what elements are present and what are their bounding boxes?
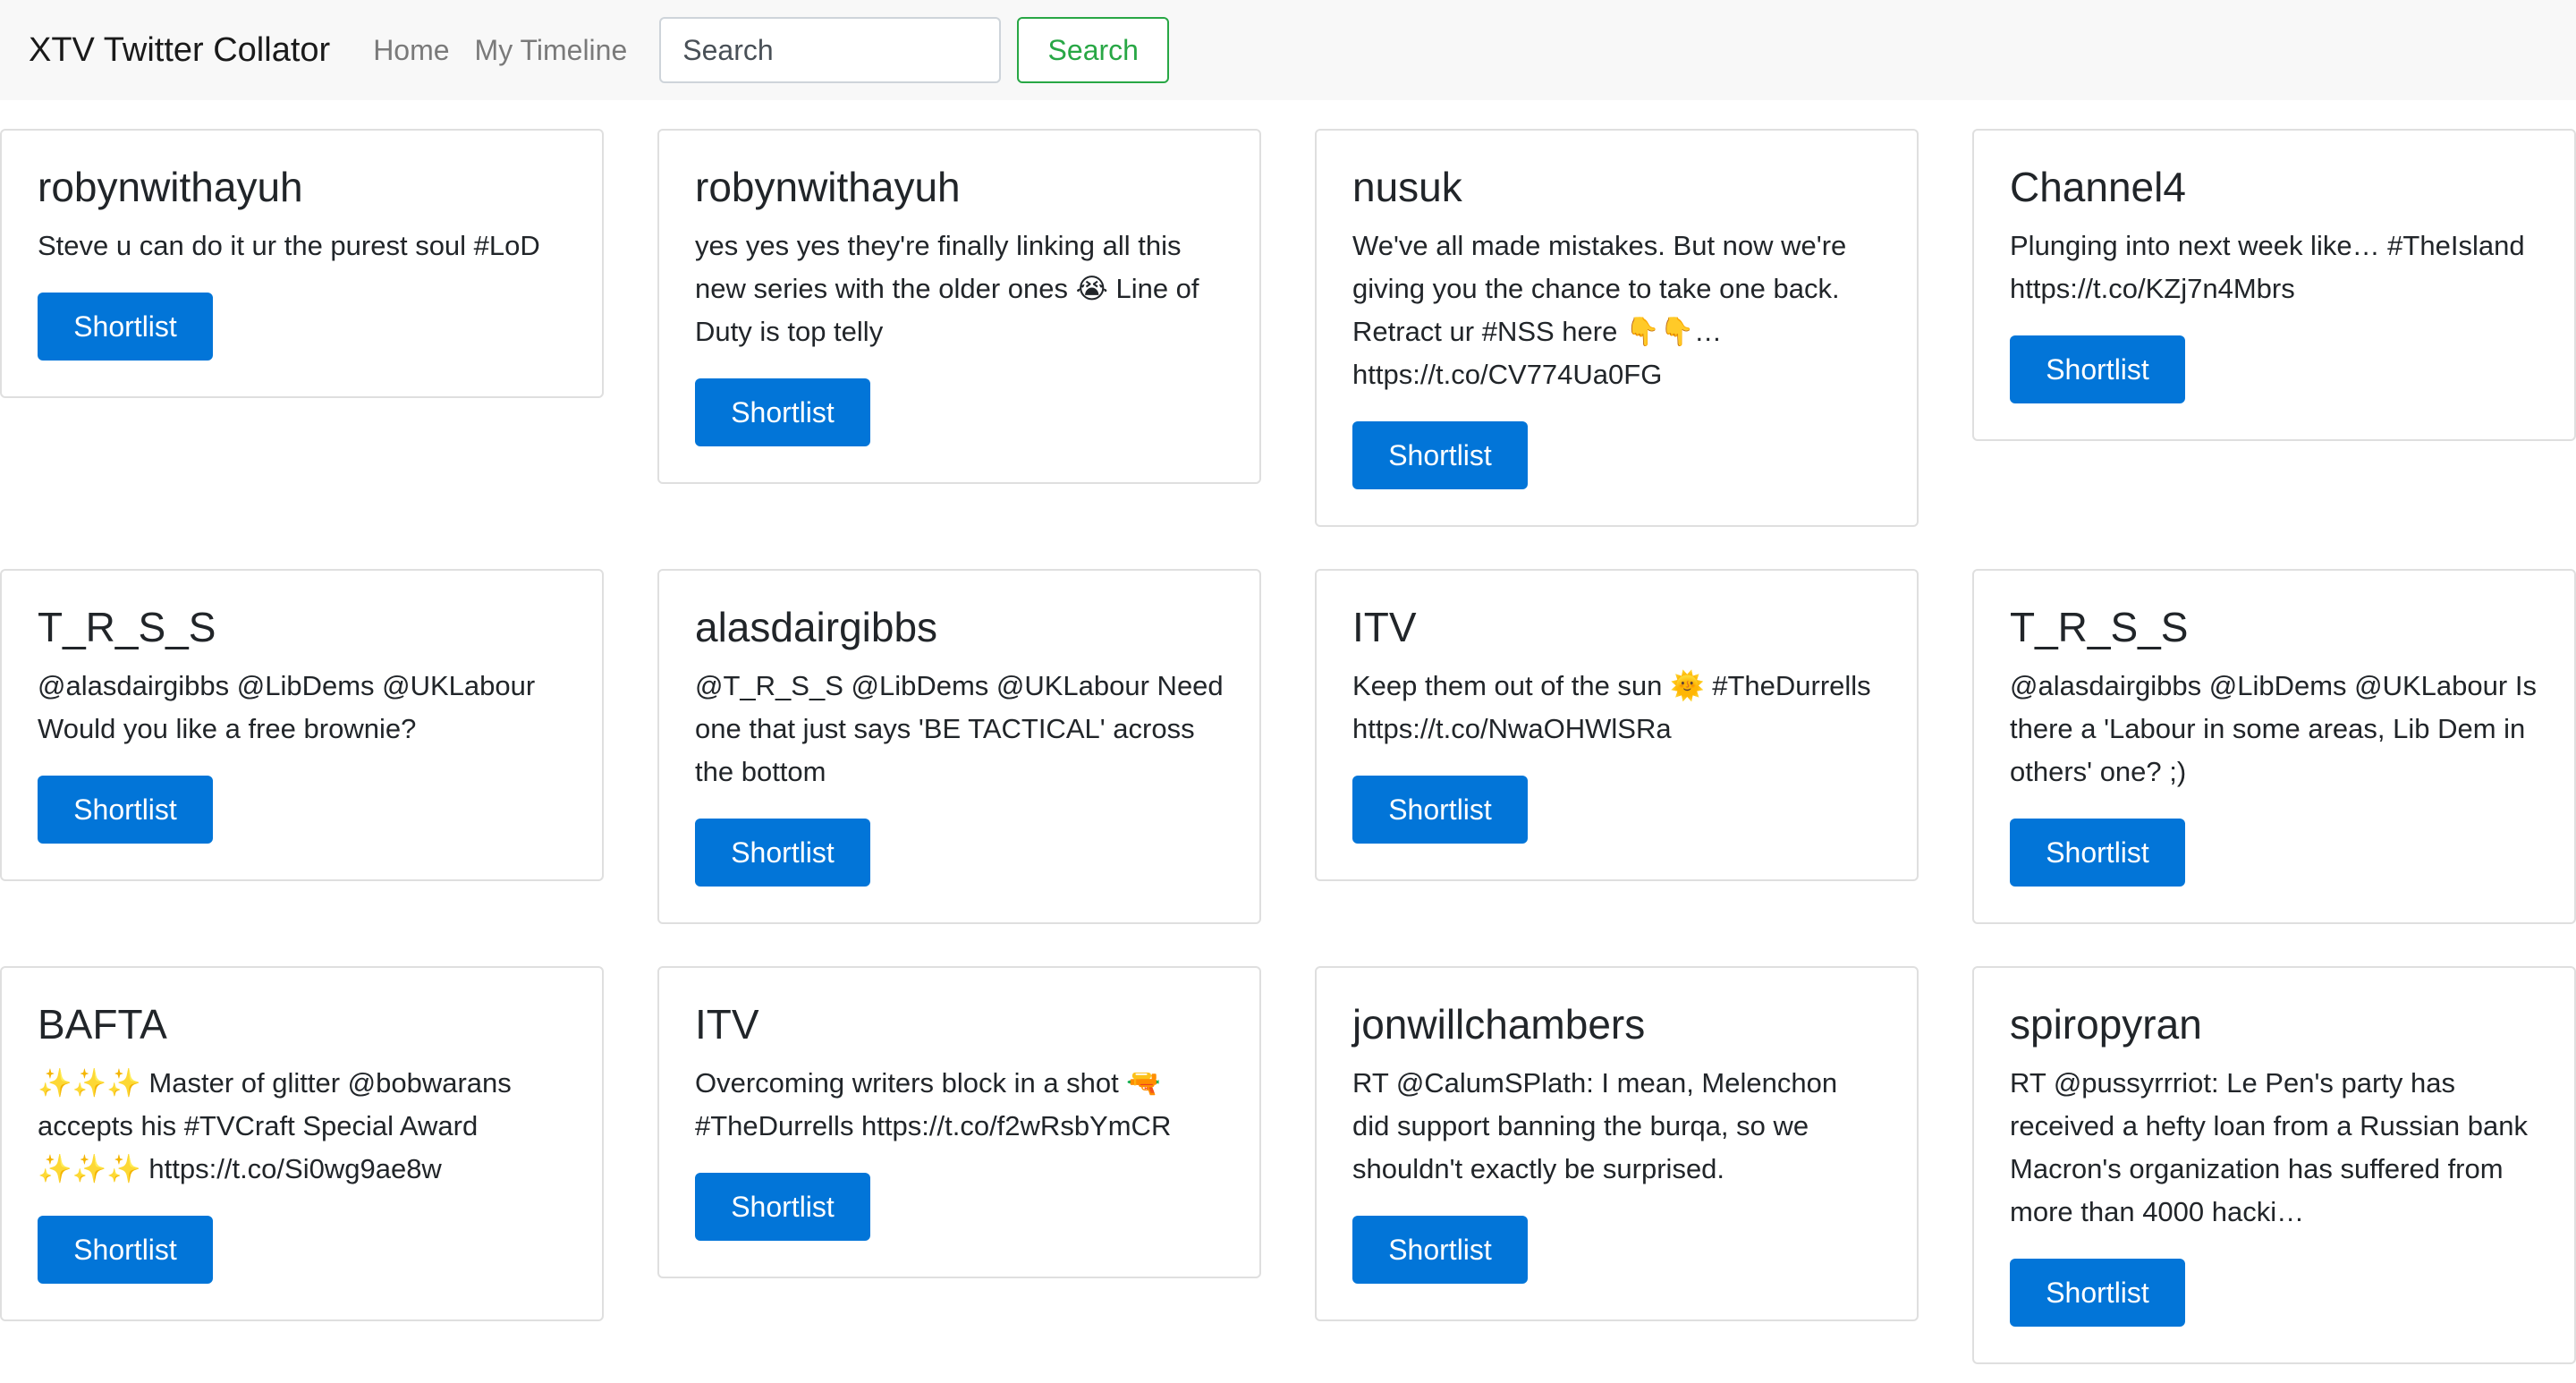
nav-link-home[interactable]: Home	[373, 34, 449, 67]
tweet-text: Keep them out of the sun 🌞 #TheDurrells …	[1352, 670, 1871, 745]
shortlist-button[interactable]: Shortlist	[38, 1216, 213, 1285]
shortlist-button[interactable]: Shortlist	[1352, 1216, 1528, 1285]
tweet-text: We've all made mistakes. But now we're g…	[1352, 230, 1847, 391]
tweet-text: RT @pussyrrriot: Le Pen's party has rece…	[2010, 1067, 2528, 1228]
tweet-username: robynwithayuh	[38, 164, 303, 210]
tweet-text: Overcoming writers block in a shot 🔫 #Th…	[695, 1067, 1172, 1142]
shortlist-button[interactable]: Shortlist	[2010, 335, 2185, 404]
tweet-text: RT @CalumSPlath: I mean, Melenchon did s…	[1352, 1067, 1838, 1185]
tweet-username: nusuk	[1352, 164, 1462, 210]
brand-title[interactable]: XTV Twitter Collator	[29, 31, 330, 70]
shortlist-button[interactable]: Shortlist	[695, 819, 870, 887]
tweet-card: ITV Overcoming writers block in a shot 🔫…	[657, 966, 1261, 1279]
tweet-text: ✨✨✨ Master of glitter @bobwarans accepts…	[38, 1067, 512, 1185]
tweet-text: @alasdairgibbs @LibDems @UKLabour Is the…	[2010, 670, 2537, 788]
navbar: XTV Twitter Collator Home My Timeline Se…	[0, 0, 2576, 100]
shortlist-button[interactable]: Shortlist	[2010, 819, 2185, 887]
tweet-username: ITV	[695, 1001, 759, 1048]
shortlist-button[interactable]: Shortlist	[38, 293, 213, 361]
shortlist-button[interactable]: Shortlist	[695, 1173, 870, 1242]
nav-link-my-timeline[interactable]: My Timeline	[475, 34, 628, 67]
tweet-username: Channel4	[2010, 164, 2186, 210]
tweet-card: ITV Keep them out of the sun 🌞 #TheDurre…	[1315, 569, 1919, 882]
tweet-card: T_R_S_S @alasdairgibbs @LibDems @UKLabou…	[1972, 569, 2576, 925]
tweet-card: BAFTA ✨✨✨ Master of glitter @bobwarans a…	[0, 966, 604, 1322]
tweet-card: robynwithayuh yes yes yes they're finall…	[657, 129, 1261, 485]
tweet-username: T_R_S_S	[38, 604, 216, 650]
tweet-text: @T_R_S_S @LibDems @UKLabour Need one tha…	[695, 670, 1224, 788]
tweet-text: Plunging into next week like… #TheIsland…	[2010, 230, 2525, 305]
search-button[interactable]: Search	[1017, 17, 1170, 83]
tweet-card: spiropyran RT @pussyrrriot: Le Pen's par…	[1972, 966, 2576, 1365]
tweet-username: robynwithayuh	[695, 164, 961, 210]
tweet-username: alasdairgibbs	[695, 604, 938, 650]
tweet-text: yes yes yes they're finally linking all …	[695, 230, 1199, 348]
tweet-username: ITV	[1352, 604, 1417, 650]
shortlist-button[interactable]: Shortlist	[1352, 776, 1528, 844]
tweet-card: nusuk We've all made mistakes. But now w…	[1315, 129, 1919, 528]
shortlist-button[interactable]: Shortlist	[2010, 1259, 2185, 1328]
search-input[interactable]	[659, 17, 1002, 83]
tweet-text: Steve u can do it ur the purest soul #Lo…	[38, 230, 540, 262]
tweet-card: robynwithayuh Steve u can do it ur the p…	[0, 129, 604, 399]
tweet-username: BAFTA	[38, 1001, 167, 1048]
tweet-card: alasdairgibbs @T_R_S_S @LibDems @UKLabou…	[657, 569, 1261, 925]
tweet-card: T_R_S_S @alasdairgibbs @LibDems @UKLabou…	[0, 569, 604, 882]
tweet-username: spiropyran	[2010, 1001, 2202, 1048]
tweet-username: jonwillchambers	[1352, 1001, 1646, 1048]
tweet-text: @alasdairgibbs @LibDems @UKLabour Would …	[38, 670, 536, 745]
tweet-card: jonwillchambers RT @CalumSPlath: I mean,…	[1315, 966, 1919, 1322]
shortlist-button[interactable]: Shortlist	[695, 378, 870, 447]
tweet-username: T_R_S_S	[2010, 604, 2189, 650]
shortlist-button[interactable]: Shortlist	[1352, 421, 1528, 490]
shortlist-button[interactable]: Shortlist	[38, 776, 213, 844]
tweet-card: Channel4 Plunging into next week like… #…	[1972, 129, 2576, 442]
